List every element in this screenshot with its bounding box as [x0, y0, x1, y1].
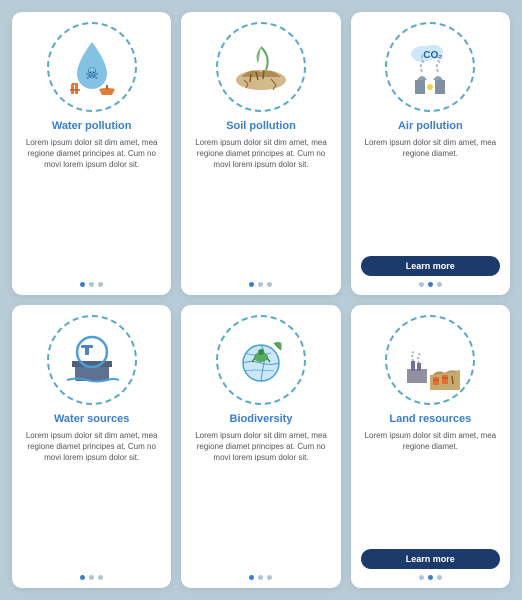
water-pollution-dot-0[interactable]: [80, 282, 85, 287]
water-pollution-dot-2[interactable]: [98, 282, 103, 287]
air-pollution-dot-2[interactable]: [437, 282, 442, 287]
air-pollution-title: Air pollution: [398, 120, 463, 132]
card-biodiversity: Biodiversity Lorem ipsum dolor sit dim am…: [181, 305, 340, 588]
svg-text:☠: ☠: [84, 66, 98, 83]
water-pollution-body: Lorem ipsum dolor sit dim amet, mea regi…: [22, 137, 161, 276]
soil-pollution-title: Soil pollution: [226, 120, 296, 132]
land-resources-dot-0[interactable]: [419, 575, 424, 580]
land-resources-dot-2[interactable]: [437, 575, 442, 580]
biodiversity-body: Lorem ipsum dolor sit dim amet, mea regi…: [191, 430, 330, 569]
biodiversity-dot-2[interactable]: [267, 575, 272, 580]
air-pollution-dot-1[interactable]: [428, 282, 433, 287]
soil-pollution-dot-2[interactable]: [267, 282, 272, 287]
biodiversity-icon: [216, 315, 306, 405]
soil-pollution-body: Lorem ipsum dolor sit dim amet, mea regi…: [191, 137, 330, 276]
water-pollution-dots: [80, 282, 103, 287]
water-sources-dot-2[interactable]: [98, 575, 103, 580]
cards-grid: ☠ Water pollution Lorem ipsum dolor sit d…: [0, 0, 522, 600]
land-resources-body: Lorem ipsum dolor sit dim amet, mea regi…: [361, 430, 500, 543]
biodiversity-title: Biodiversity: [230, 413, 293, 425]
land-resources-dot-1[interactable]: [428, 575, 433, 580]
water-pollution-title: Water pollution: [52, 120, 132, 132]
water-sources-title: Water sources: [54, 413, 129, 425]
land-resources-learn-more-button[interactable]: Learn more: [361, 549, 500, 569]
air-pollution-dots: [419, 282, 442, 287]
land-resources-dots: [419, 575, 442, 580]
water-sources-icon: [47, 315, 137, 405]
water-sources-dot-0[interactable]: [80, 575, 85, 580]
water-pollution-dot-1[interactable]: [89, 282, 94, 287]
air-pollution-body: Lorem ipsum dolor sit dim amet, mea regi…: [361, 137, 500, 250]
soil-pollution-dots: [249, 282, 272, 287]
card-land-resources: Land resources Lorem ipsum dolor sit dim …: [351, 305, 510, 588]
svg-text:CO₂: CO₂: [424, 50, 443, 61]
air-pollution-dot-0[interactable]: [419, 282, 424, 287]
air-pollution-learn-more-button[interactable]: Learn more: [361, 256, 500, 276]
land-resources-title: Land resources: [389, 413, 471, 425]
card-air-pollution: CO₂ Air pollution Lorem ipsum dolor sit d…: [351, 12, 510, 295]
water-sources-body: Lorem ipsum dolor sit dim amet, mea regi…: [22, 430, 161, 569]
land-resources-icon: [385, 315, 475, 405]
soil-pollution-dot-1[interactable]: [258, 282, 263, 287]
card-water-sources: Water sources Lorem ipsum dolor sit dim a…: [12, 305, 171, 588]
card-water-pollution: ☠ Water pollution Lorem ipsum dolor sit d…: [12, 12, 171, 295]
water-sources-dots: [80, 575, 103, 580]
air-pollution-icon: CO₂: [385, 22, 475, 112]
biodiversity-dot-0[interactable]: [249, 575, 254, 580]
soil-pollution-icon: [216, 22, 306, 112]
biodiversity-dot-1[interactable]: [258, 575, 263, 580]
water-pollution-icon: ☠: [47, 22, 137, 112]
soil-pollution-dot-0[interactable]: [249, 282, 254, 287]
biodiversity-dots: [249, 575, 272, 580]
card-soil-pollution: Soil pollution Lorem ipsum dolor sit dim …: [181, 12, 340, 295]
water-sources-dot-1[interactable]: [89, 575, 94, 580]
